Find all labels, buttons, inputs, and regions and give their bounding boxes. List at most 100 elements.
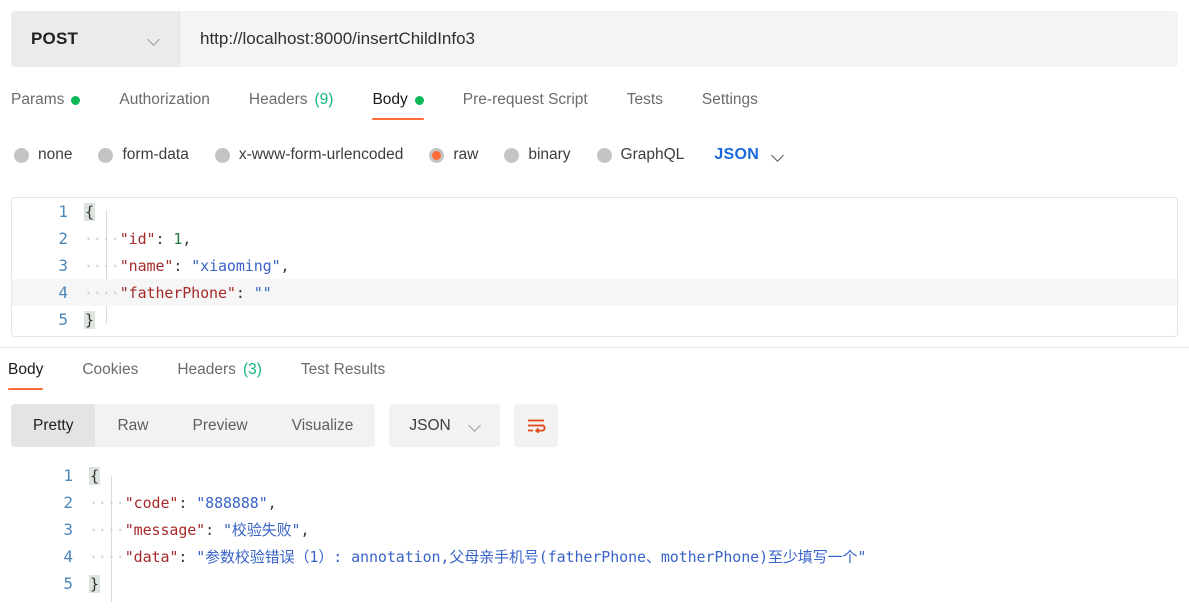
request-tab-tests[interactable]: Tests <box>627 85 680 124</box>
tab-label: Pre-request Script <box>462 91 588 108</box>
chevron-down-icon <box>469 419 482 432</box>
code-token-brace: } <box>84 310 95 329</box>
code-token-pun: : <box>173 256 192 275</box>
line-number: 3 <box>58 256 68 275</box>
code-token-str: "xiaoming" <box>191 256 281 275</box>
http-method-selector[interactable]: POST <box>11 11 180 67</box>
code-token-pun: , <box>182 229 192 248</box>
response-tab-cookies[interactable]: Cookies <box>82 355 155 394</box>
code-token-pun: , <box>267 493 277 512</box>
request-tabs: Params Authorization Headers (9) Body Pre-req… <box>11 85 775 124</box>
body-type-label: none <box>38 146 73 163</box>
body-type-raw[interactable]: raw <box>429 146 478 164</box>
line-number: 1 <box>58 202 68 221</box>
code-content: ····"id": 1, <box>84 230 191 248</box>
code-token-ind: ···· <box>84 229 120 248</box>
radio-button-icon[interactable] <box>98 147 114 163</box>
radio-button-icon[interactable] <box>14 147 29 163</box>
code-line: 2 ····"id": 1, <box>12 225 1177 252</box>
line-number: 2 <box>63 493 73 512</box>
body-type-form-data[interactable]: form-data <box>98 146 189 164</box>
code-line: 1{ <box>12 198 1177 225</box>
response-toolbar: Pretty Raw Preview Visualize JSON <box>11 404 558 447</box>
request-body-editor[interactable]: 1{2 ····"id": 1, 3 ····"name": "xiaoming", 4… <box>11 197 1178 337</box>
response-view-preview[interactable]: Preview <box>171 404 270 447</box>
tab-label: Test Results <box>300 361 386 378</box>
response-format-label: JSON <box>409 416 451 434</box>
request-tab-authorization[interactable]: Authorization <box>119 85 226 124</box>
response-tab-headers[interactable]: Headers (3) <box>177 355 279 394</box>
status-dot-icon <box>414 95 424 105</box>
response-tab-body[interactable]: Body <box>8 355 60 394</box>
response-format-selector[interactable]: JSON <box>389 404 500 447</box>
code-token-ind: ···· <box>89 548 125 566</box>
body-type-graphql[interactable]: GraphQL <box>596 146 685 164</box>
code-token-pun: , <box>300 521 310 539</box>
code-token-brace: { <box>84 202 95 221</box>
wrap-lines-button[interactable] <box>513 404 558 447</box>
code-token-key: "id" <box>119 229 156 248</box>
code-token-pun: : <box>205 521 223 539</box>
code-token-str: "参数校验错误（1）: annotation,父母亲手机号(fatherPhon… <box>196 548 867 566</box>
radio-button-icon[interactable] <box>214 147 230 163</box>
code-line: 4 ····"fatherPhone": "" <box>12 279 1177 306</box>
code-token-pun: : <box>235 283 254 302</box>
section-divider <box>0 347 1189 348</box>
line-number: 5 <box>63 574 73 593</box>
code-token-str: "888888" <box>196 493 268 512</box>
code-content: ····"name": "xiaoming", <box>84 256 290 275</box>
radio-button-icon[interactable] <box>596 147 612 163</box>
body-format-selector[interactable]: JSON <box>714 146 785 164</box>
body-type-label: raw <box>453 146 479 163</box>
code-token-pun: : <box>178 493 197 512</box>
tab-label: Body <box>372 91 408 108</box>
tab-label: Authorization <box>119 91 210 108</box>
code-line: 5} <box>11 570 1178 597</box>
line-number: 4 <box>63 547 73 566</box>
body-type-x-www-form-urlencoded[interactable]: x-www-form-urlencoded <box>214 146 403 164</box>
request-tab-pre-request-script[interactable]: Pre-request Script <box>463 85 605 124</box>
response-view-raw[interactable]: Raw <box>95 404 170 447</box>
code-token-key: "message" <box>124 521 206 539</box>
radio-button-icon[interactable] <box>504 147 520 163</box>
code-token-pun: , <box>280 256 290 275</box>
code-token-ind: ···· <box>84 283 120 302</box>
body-type-label: form-data <box>122 146 189 163</box>
response-tabs: Body Cookies Headers (3) Test Results <box>8 355 402 394</box>
request-tab-settings[interactable]: Settings <box>702 85 775 124</box>
http-method-label: POST <box>31 29 79 48</box>
request-tab-body[interactable]: Body <box>372 85 440 124</box>
body-type-label: GraphQL <box>620 146 685 163</box>
body-format-label: JSON <box>714 146 760 163</box>
request-tab-headers[interactable]: Headers (9) <box>249 85 351 124</box>
response-body-viewer[interactable]: 1{2 ····"code": "888888", 3 ····"message": … <box>11 462 1178 612</box>
code-line: 5} <box>12 306 1177 333</box>
code-content: ····"data": "参数校验错误（1）: annotation,父母亲手机… <box>89 546 866 567</box>
code-token-ind: ···· <box>84 256 120 275</box>
body-type-none[interactable]: none <box>14 146 72 164</box>
code-token-num: 1 <box>173 229 183 248</box>
response-view-visualize[interactable]: Visualize <box>270 404 376 447</box>
tab-label: Tests <box>626 91 663 108</box>
line-number: 5 <box>58 310 68 329</box>
response-tab-test-results[interactable]: Test Results <box>301 355 402 394</box>
request-tab-params[interactable]: Params <box>11 85 97 124</box>
code-line: 3 ····"name": "xiaoming", <box>12 252 1177 279</box>
line-number: 4 <box>58 283 68 302</box>
body-type-binary[interactable]: binary <box>504 146 571 164</box>
line-number: 3 <box>63 520 73 539</box>
code-token-ind: ···· <box>89 521 125 539</box>
code-content: { <box>89 466 100 485</box>
code-content: { <box>84 202 95 221</box>
response-view-pretty[interactable]: Pretty <box>11 404 96 447</box>
code-token-key: "data" <box>124 548 179 566</box>
code-line: 3 ····"message": "校验失败", <box>11 516 1178 543</box>
code-token-str: "校验失败" <box>223 521 301 539</box>
code-content: } <box>84 310 95 329</box>
code-token-pun: : <box>155 229 174 248</box>
code-token-str: "" <box>253 283 272 302</box>
request-url-input[interactable]: http://localhost:8000/insertChildInfo3 <box>180 11 1178 67</box>
code-token-key: "name" <box>119 256 174 275</box>
code-token-key: "code" <box>124 493 179 512</box>
radio-button-icon[interactable] <box>429 147 445 163</box>
